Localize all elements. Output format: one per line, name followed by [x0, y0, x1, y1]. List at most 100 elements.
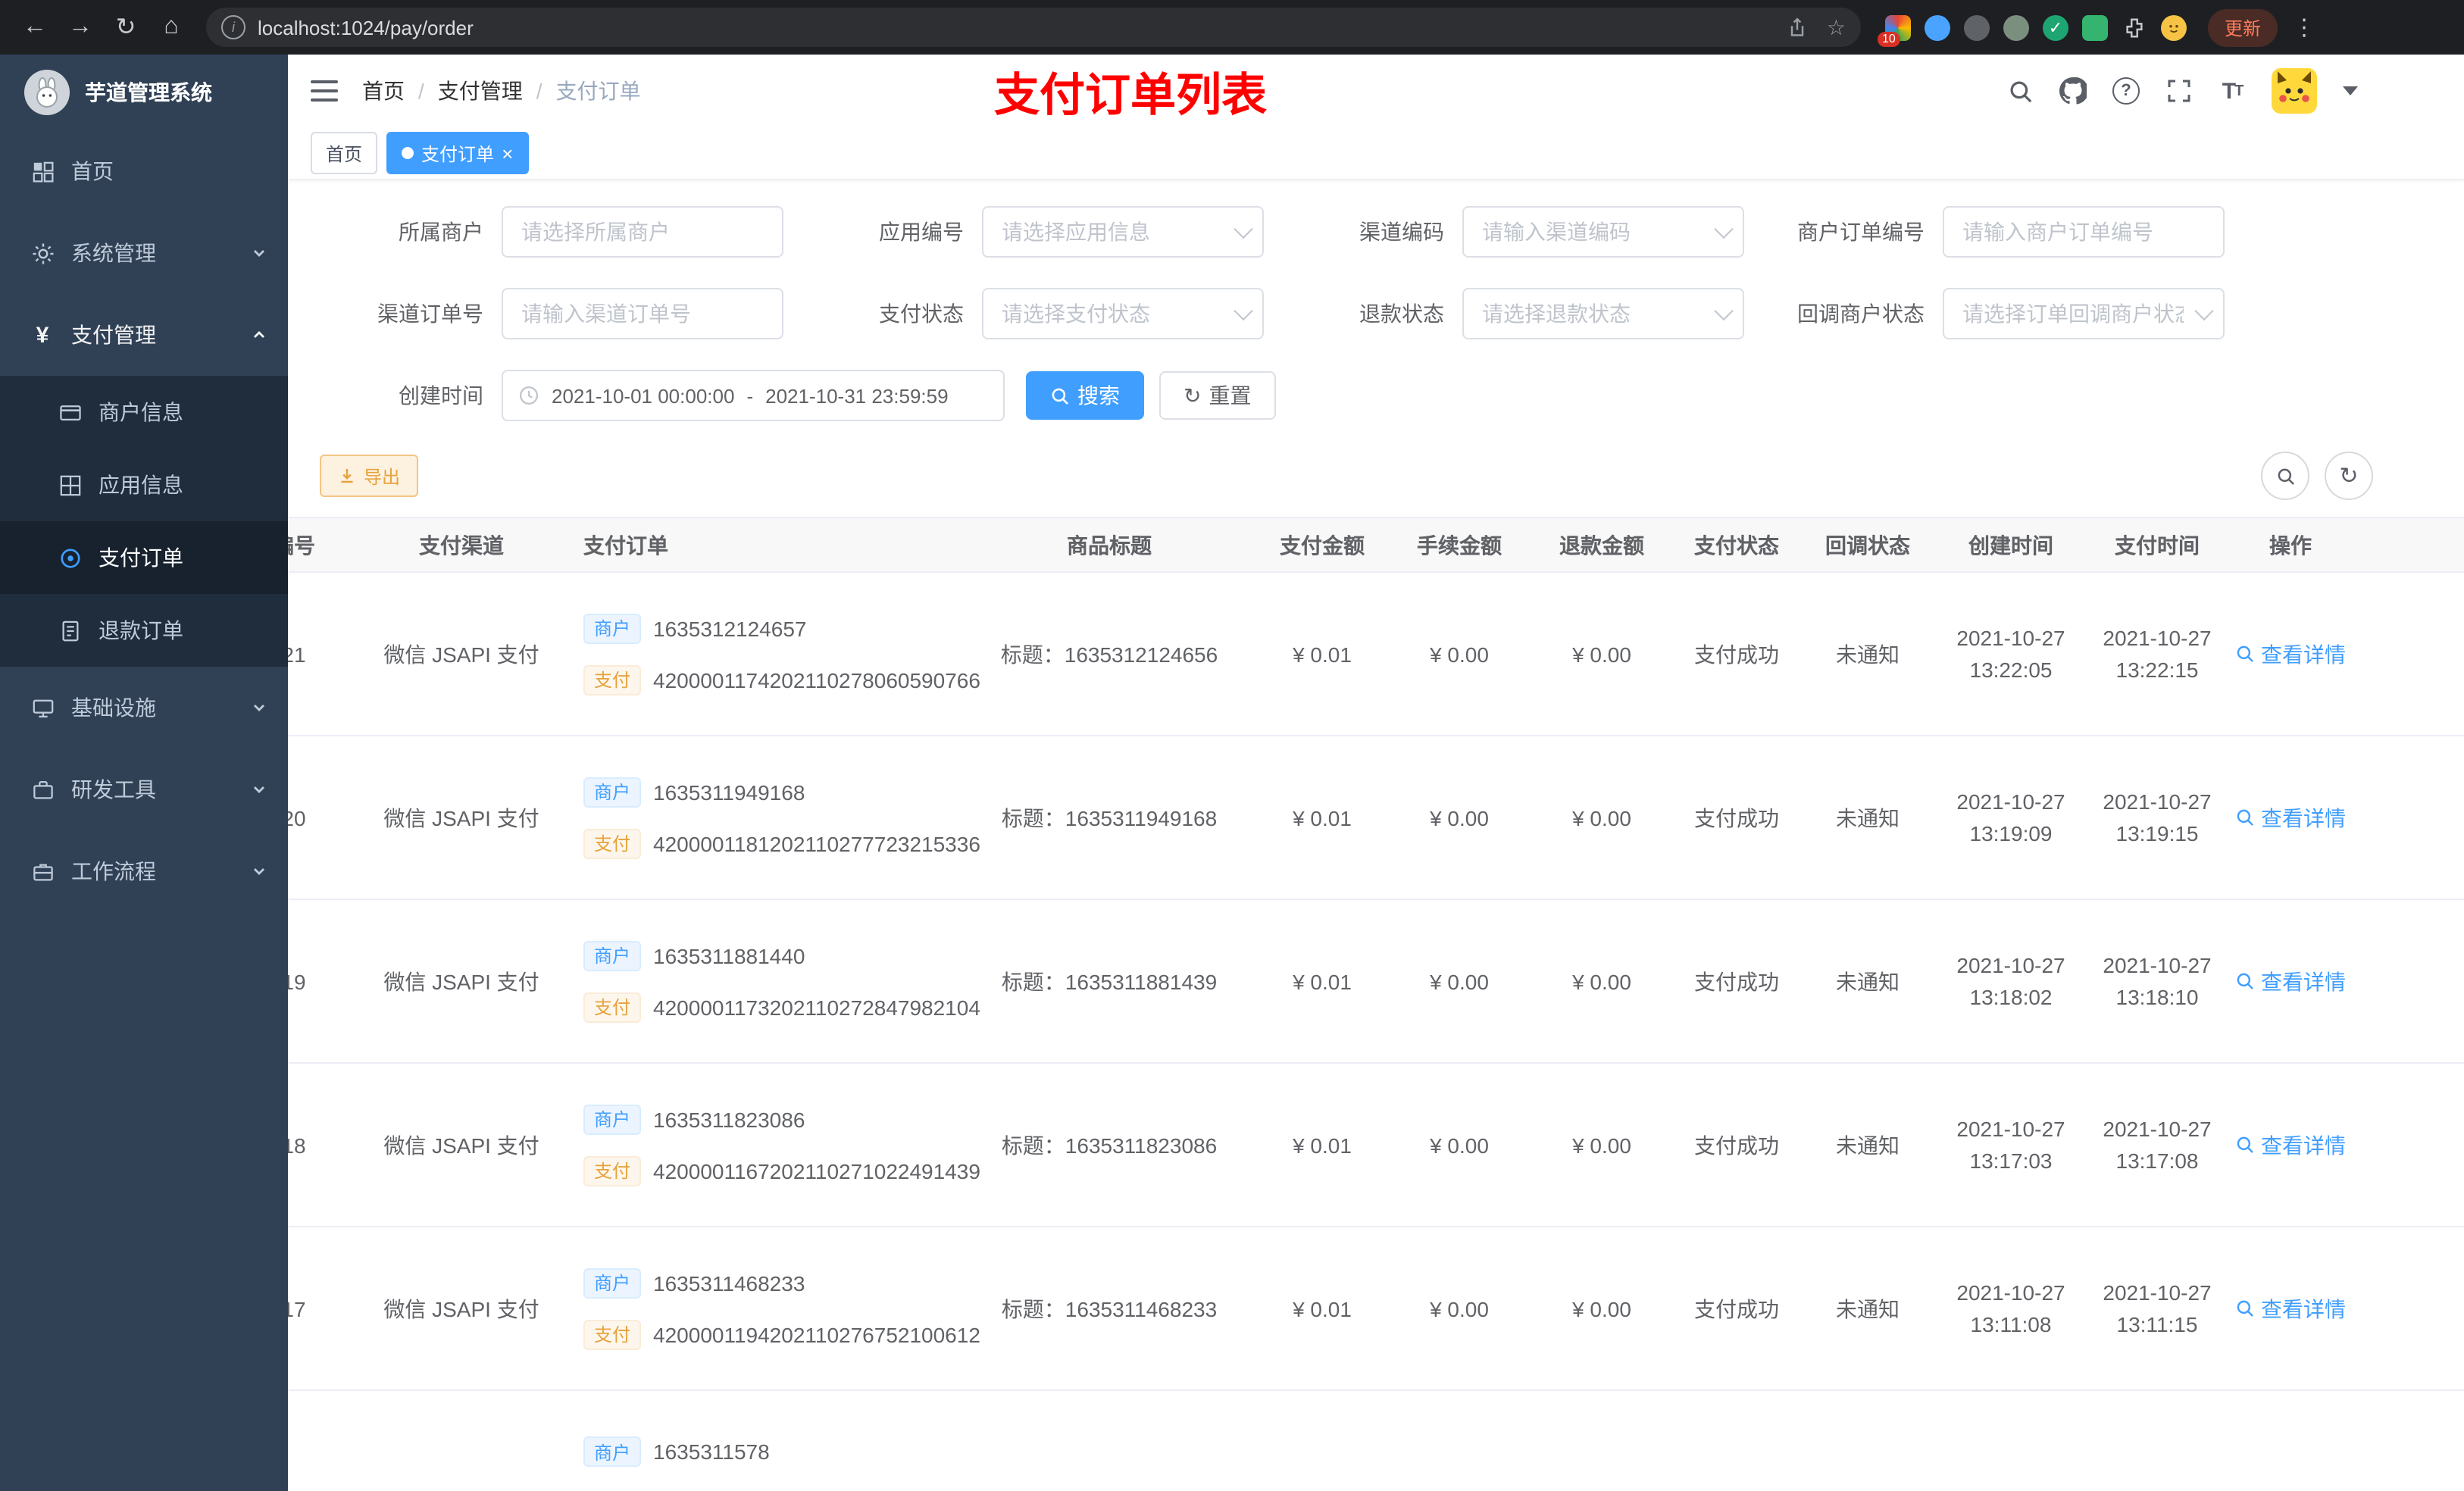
search-button[interactable]: 搜索	[1026, 371, 1144, 420]
sidebar-item-system[interactable]: 系统管理	[0, 212, 288, 294]
view-detail-link[interactable]: 查看详情	[2235, 1293, 2346, 1324]
url-text[interactable]: localhost:1024/pay/order	[258, 16, 1775, 39]
filter-input-wrap	[502, 206, 783, 258]
logo: 芋道管理系统	[0, 55, 288, 130]
navbar-actions: ? TT	[2006, 55, 2358, 127]
help-icon[interactable]: ?	[2112, 77, 2140, 105]
pay-date: 2021-10-27	[2103, 952, 2212, 977]
filter-input[interactable]	[1462, 206, 1744, 258]
sidebar-item-label: 工作流程	[71, 859, 156, 883]
extension-icon-check[interactable]: ✓	[2043, 14, 2068, 40]
fullscreen-icon[interactable]	[2165, 77, 2193, 105]
github-icon[interactable]	[2059, 77, 2087, 105]
browser-reload-button[interactable]: ↻	[106, 8, 145, 47]
table-row: 17 微信 JSAPI 支付 商户 1635311468233 支付 42000…	[288, 1227, 2464, 1391]
chevron-down-icon	[254, 868, 264, 875]
extension-icon-drop[interactable]	[1925, 14, 1950, 40]
export-button[interactable]: 导出	[320, 455, 419, 497]
reset-button[interactable]: ↻ 重置	[1159, 371, 1276, 420]
browser-profile-avatar[interactable]	[2161, 14, 2187, 40]
sidebar-item-workflow[interactable]: 工作流程	[0, 830, 288, 912]
breadcrumb-home[interactable]: 首页	[362, 76, 405, 106]
tag-active-dot	[402, 147, 414, 159]
filter-input[interactable]	[1943, 288, 2225, 339]
sidebar-item-pay-order[interactable]: 支付订单	[0, 521, 288, 594]
extension-icon-gray[interactable]	[1964, 14, 1990, 40]
col-fee: 手续金额	[1417, 533, 1502, 557]
grid-icon	[58, 473, 82, 497]
view-detail-label: 查看详情	[2261, 1133, 2346, 1157]
browser-update-button[interactable]: 更新	[2208, 8, 2278, 46]
date-end[interactable]: 2021-10-31 23:59:59	[765, 384, 948, 407]
cell-id: 21	[288, 642, 306, 666]
date-start[interactable]: 2021-10-01 00:00:00	[552, 384, 734, 407]
filter-input[interactable]	[982, 206, 1264, 258]
sidebar-item-payment[interactable]: ¥ 支付管理	[0, 294, 288, 376]
browser-menu-icon[interactable]: ⋮	[2293, 14, 2315, 41]
user-avatar[interactable]	[2272, 68, 2317, 114]
cell-pay-time: 2021-10-27 13:22:15	[2088, 622, 2226, 686]
sidebar-item-app-info[interactable]: 应用信息	[0, 449, 288, 521]
pay-date: 2021-10-27	[2103, 625, 2212, 649]
date-range-picker[interactable]: 2021-10-01 00:00:00 - 2021-10-31 23:59:5…	[502, 370, 1005, 421]
cell-pay-time: 2021-10-27 13:18:10	[2088, 949, 2226, 1013]
cell-create-time: 2021-10-27 13:22:05	[1934, 622, 2088, 686]
pay-time: 13:17:08	[2115, 1148, 2199, 1172]
browser-forward-button[interactable]: →	[61, 8, 100, 47]
sidebar-item-label: 支付管理	[71, 323, 156, 347]
tag-close-icon[interactable]: ×	[502, 143, 513, 163]
address-bar[interactable]: i localhost:1024/pay/order ☆	[206, 8, 1861, 47]
cell-id: 18	[288, 1133, 306, 1157]
sidebar-item-merchant-info[interactable]: 商户信息	[0, 376, 288, 449]
filter-input[interactable]	[502, 206, 783, 258]
cell-order: 商户 1635311823086 支付 42000011672021102710…	[568, 1104, 980, 1186]
extensions-puzzle-icon[interactable]	[2122, 14, 2147, 40]
share-icon[interactable]	[1787, 17, 1809, 38]
search-icon[interactable]	[2006, 77, 2034, 105]
view-detail-link[interactable]: 查看详情	[2235, 1130, 2346, 1160]
filter-input[interactable]	[982, 288, 1264, 339]
sidebar-item-home[interactable]: 首页	[0, 130, 288, 212]
filter-input[interactable]	[1943, 206, 2225, 258]
sidebar-item-dev-tools[interactable]: 研发工具	[0, 749, 288, 830]
refresh-table-button[interactable]: ↻	[2325, 452, 2373, 500]
font-size-icon[interactable]: TT	[2219, 77, 2246, 105]
toggle-search-button[interactable]	[2261, 452, 2309, 500]
filter-input[interactable]	[1462, 288, 1744, 339]
filter-input[interactable]	[502, 288, 783, 339]
extension-icon-colorful[interactable]: 10	[1878, 14, 1911, 46]
sidebar-item-refund-order[interactable]: 退款订单	[0, 594, 288, 667]
cell-amount: ¥ 0.01	[1293, 1133, 1352, 1157]
browser-toolbar: ← → ↻ ⌂ i localhost:1024/pay/order ☆ 10 …	[0, 0, 2464, 55]
tag-view-item[interactable]: 支付订单 ×	[386, 132, 529, 174]
payment-submenu: 商户信息 应用信息 支付订单 退款订单	[0, 376, 288, 667]
sidebar-item-label: 支付订单	[98, 545, 183, 570]
bookmark-star-icon[interactable]: ☆	[1827, 14, 1846, 40]
site-info-icon[interactable]: i	[221, 15, 245, 39]
browser-back-button[interactable]: ←	[15, 8, 55, 47]
table-row: 19 微信 JSAPI 支付 商户 1635311881440 支付 42000…	[288, 900, 2464, 1064]
view-detail-link[interactable]: 查看详情	[2235, 639, 2346, 669]
filter-field: 渠道订单号	[303, 288, 783, 339]
avatar-caret-icon[interactable]	[2343, 86, 2358, 95]
extension-icon-sage[interactable]	[2003, 14, 2029, 40]
view-detail-link[interactable]: 查看详情	[2235, 802, 2346, 833]
cell-fee: ¥ 0.00	[1430, 969, 1489, 993]
col-action: 操作	[2269, 533, 2312, 557]
channel-order-no: 4200001194202110276752100612	[653, 1322, 980, 1346]
cell-channel: 微信 JSAPI 支付	[383, 1296, 539, 1321]
col-status: 支付状态	[1694, 533, 1779, 557]
sidebar-toggle-icon[interactable]	[311, 80, 338, 102]
filter-row-3: 创建时间 2021-10-01 00:00:00 - 2021-10-31 23…	[303, 370, 2464, 421]
sidebar-item-infrastructure[interactable]: 基础设施	[0, 667, 288, 749]
cell-status: 支付成功	[1694, 1133, 1779, 1157]
cell-channel: 微信 JSAPI 支付	[383, 969, 539, 993]
filter-label: 退款状态	[1359, 302, 1444, 326]
browser-home-button[interactable]: ⌂	[152, 8, 191, 47]
tag-view-item[interactable]: 首页 ×	[311, 132, 378, 174]
extension-icon-chat[interactable]	[2082, 14, 2108, 40]
breadcrumb-payment[interactable]: 支付管理	[438, 76, 523, 106]
view-detail-link[interactable]: 查看详情	[2235, 966, 2346, 996]
cell-notify-status: 未通知	[1836, 969, 1900, 993]
filter-field: 退款状态	[1264, 288, 1744, 339]
